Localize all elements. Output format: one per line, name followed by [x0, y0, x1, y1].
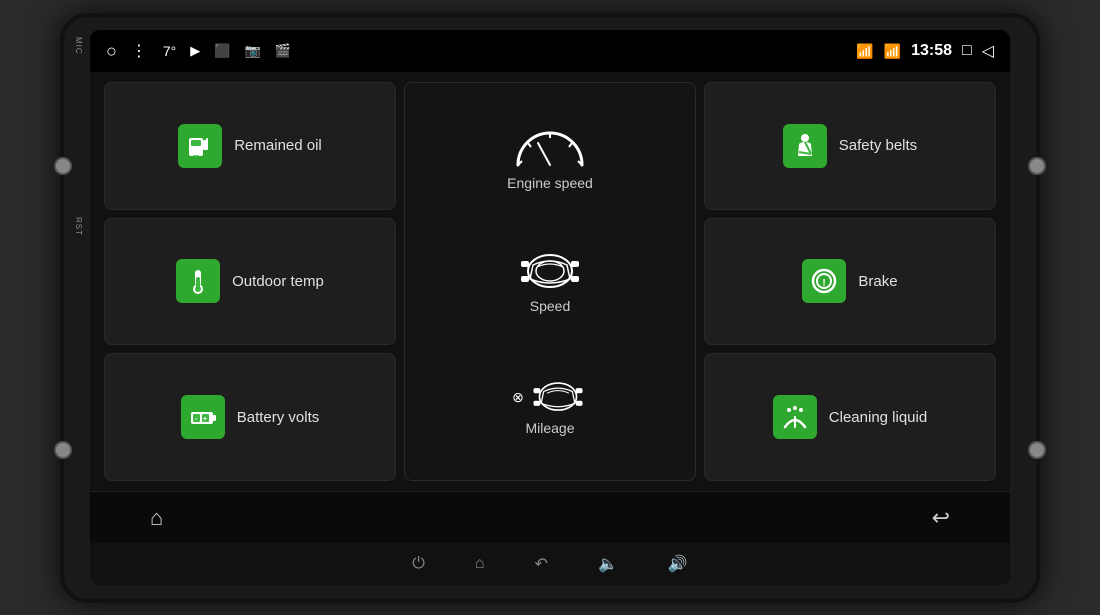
brake-icon-bg: !: [802, 259, 846, 303]
knob-top-right: [1028, 157, 1046, 175]
speed-label: Speed: [530, 298, 570, 314]
cleaning-liquid-card[interactable]: Cleaning liquid: [704, 353, 996, 481]
outdoor-temp-card[interactable]: Outdoor temp: [104, 218, 396, 346]
media-icon-2: 📷: [244, 43, 260, 59]
fuel-icon-bg: [178, 124, 222, 168]
status-right-group: 📶 📶 13:58 □ ◁: [856, 41, 994, 61]
bluetooth-icon: 📶: [856, 43, 873, 60]
power-button[interactable]: ⏻: [412, 555, 425, 573]
wifi-icon: 📶: [884, 43, 901, 60]
status-bar: ○ ⋮ 7° ▶ ⬛ 📷 🎬 📶 📶 13:58 □ ◁: [90, 30, 1010, 72]
play-icon: ▶: [190, 43, 200, 59]
mic-label: MIC: [74, 37, 83, 55]
seatbelt-icon: [791, 132, 819, 160]
mileage-label: Mileage: [525, 420, 574, 436]
safety-belts-card[interactable]: Safety belts: [704, 82, 996, 210]
knob-bottom-left: [54, 441, 72, 459]
engine-speed-label: Engine speed: [507, 175, 593, 191]
seatbelt-icon-bg: [783, 124, 827, 168]
gauge-icon: [510, 121, 590, 171]
media-icon-1: ⬛: [214, 43, 230, 59]
media-icon-3: 🎬: [275, 43, 291, 59]
window-icon: □: [962, 42, 972, 60]
svg-text:+: +: [203, 416, 207, 423]
battery-volts-card[interactable]: - + Battery volts: [104, 353, 396, 481]
knob-top-left: [54, 157, 72, 175]
car-speed-icon: [515, 249, 585, 294]
battery-icon-bg: - +: [181, 395, 225, 439]
brake-card[interactable]: ! Brake: [704, 218, 996, 346]
screen: ○ ⋮ 7° ▶ ⬛ 📷 🎬 📶 📶 13:58 □ ◁: [90, 30, 1010, 585]
temperature-display: 7°: [163, 43, 176, 59]
safety-belts-label: Safety belts: [839, 137, 917, 154]
vol-down-button[interactable]: 🔈: [598, 554, 618, 574]
device-frame: MIC RST ○ ⋮ 7° ▶ ⬛ 📷 🎬 📶 📶 13:58 □ ◁: [60, 13, 1040, 603]
circle-icon: ○: [106, 41, 117, 62]
mileage-section[interactable]: ⊗ Mileage: [512, 344, 588, 470]
center-panel: Engine speed: [404, 82, 696, 481]
battery-volts-label: Battery volts: [237, 409, 320, 426]
home-nav-icon[interactable]: ⌂: [150, 505, 163, 531]
brake-label: Brake: [858, 273, 897, 290]
back-nav-button[interactable]: ↩: [932, 505, 950, 531]
rst-label: RST: [74, 217, 83, 236]
wiper-icon-bg: [773, 395, 817, 439]
thermometer-icon-bg: [176, 259, 220, 303]
wiper-icon: [781, 403, 809, 431]
knob-bottom-right: [1028, 441, 1046, 459]
remained-oil-label: Remained oil: [234, 137, 322, 154]
cleaning-liquid-label: Cleaning liquid: [829, 409, 927, 426]
cards-grid: Remained oil: [104, 82, 996, 481]
car-mileage-icon: [528, 378, 588, 416]
fuel-icon: [186, 132, 214, 160]
warning-icon: ⊗: [512, 389, 524, 406]
engine-speed-section[interactable]: Engine speed: [507, 93, 593, 219]
remained-oil-card[interactable]: Remained oil: [104, 82, 396, 210]
thermometer-icon: [184, 267, 212, 295]
menu-dots-icon: ⋮: [131, 41, 147, 61]
back-button[interactable]: ↶: [535, 554, 548, 574]
battery-icon: - +: [189, 403, 217, 431]
home-button[interactable]: ⌂: [475, 555, 485, 573]
svg-text:!: !: [823, 278, 826, 289]
nav-bar: ⌂ ↩: [90, 491, 1010, 543]
back-nav-icon: ◁: [982, 41, 994, 61]
brake-icon: !: [810, 267, 838, 295]
outdoor-temp-label: Outdoor temp: [232, 273, 324, 290]
speed-section[interactable]: Speed: [515, 219, 585, 345]
clock-display: 13:58: [911, 42, 952, 60]
main-content: Remained oil: [90, 72, 1010, 491]
vol-up-button[interactable]: 🔊: [668, 554, 688, 574]
bottom-buttons-bar: ⏻ ⌂ ↶ 🔈 🔊: [90, 543, 1010, 585]
